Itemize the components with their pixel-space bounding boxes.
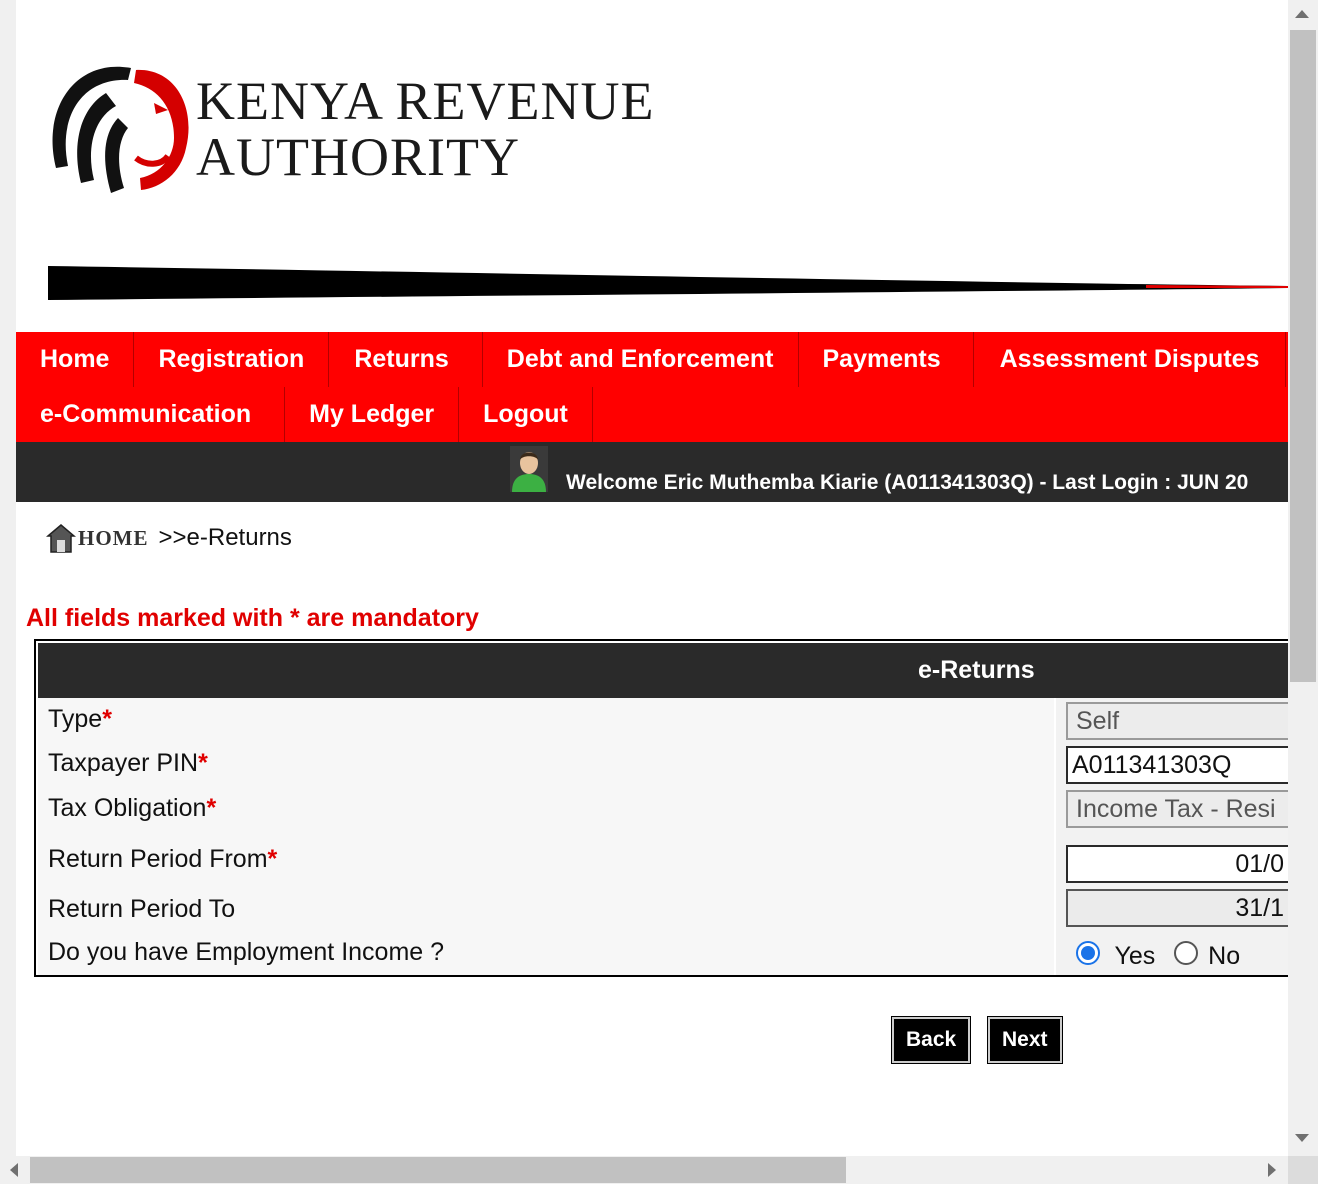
scrollbar-corner <box>1288 1156 1318 1184</box>
nav-home[interactable]: Home <box>16 332 135 387</box>
form-header: e-Returns <box>38 643 1288 698</box>
row-period-to: Return Period To 31/1 <box>38 886 1288 932</box>
cell-type: Self <box>1054 698 1288 742</box>
radio-no-label: No <box>1208 942 1241 970</box>
back-button[interactable]: Back <box>892 1017 971 1063</box>
logo-text-line2: AUTHORITY <box>196 127 520 187</box>
label-period-to: Return Period To <box>48 895 236 923</box>
nav-debt-enforcement[interactable]: Debt and Enforcement <box>483 332 799 387</box>
nav-e-communication[interactable]: e-Communication <box>16 387 286 442</box>
row-tax-obligation: Tax Obligation* Income Tax - Resi <box>38 786 1288 834</box>
cell-taxpayer-pin: A011341303Q <box>1054 742 1288 786</box>
nav-my-ledger[interactable]: My Ledger <box>285 387 460 442</box>
next-button[interactable]: Next <box>988 1017 1062 1063</box>
vertical-scroll-thumb[interactable] <box>1290 30 1316 682</box>
radio-no[interactable] <box>1173 940 1198 965</box>
nav-row-1: Home Registration Returns Debt and Enfor… <box>16 332 1287 387</box>
lion-logo-icon <box>52 66 189 193</box>
period-from-input[interactable]: 01/0 <box>1066 845 1288 883</box>
e-returns-form: e-Returns Type* Self Taxpayer PIN* A0113… <box>34 639 1288 977</box>
scroll-up-arrow-icon[interactable] <box>1295 10 1309 18</box>
period-to-input: 31/1 <box>1066 889 1288 927</box>
nav-returns[interactable]: Returns <box>329 332 483 387</box>
horizontal-scrollbar[interactable] <box>0 1156 1288 1184</box>
required-mark: * <box>206 794 217 822</box>
tax-obligation-select[interactable]: Income Tax - Resi <box>1066 790 1288 828</box>
welcome-text: Welcome Eric Muthemba Kiarie (A011341303… <box>566 471 1249 494</box>
page-viewport: KENYA REVENUE AUTHORITY Home Registratio… <box>16 0 1288 1156</box>
nav-logout[interactable]: Logout <box>459 387 593 442</box>
row-period-from: Return Period From* 01/0 <box>38 832 1288 888</box>
main-nav: Home Registration Returns Debt and Enfor… <box>16 332 1288 442</box>
cell-period-from: 01/0 <box>1054 832 1288 886</box>
breadcrumb: HOME >>e-Returns <box>46 518 292 558</box>
required-mark: * <box>198 749 208 777</box>
nav-registration[interactable]: Registration <box>134 332 330 387</box>
employment-radio-group: Yes No <box>1076 938 1241 970</box>
header-swoosh <box>48 266 1288 300</box>
form-title: e-Returns <box>918 656 1035 684</box>
cell-tax-obligation: Income Tax - Resi <box>1054 786 1288 832</box>
label-taxpayer-pin: Taxpayer PIN* <box>48 749 208 777</box>
home-icon[interactable] <box>46 522 76 554</box>
breadcrumb-current: >>e-Returns <box>158 524 292 551</box>
scroll-down-arrow-icon[interactable] <box>1295 1134 1309 1142</box>
mandatory-note: All fields marked with * are mandatory <box>26 604 479 632</box>
nav-row-2: e-Communication My Ledger Logout <box>16 387 593 442</box>
vertical-scrollbar[interactable] <box>1288 0 1318 1156</box>
welcome-bar: Welcome Eric Muthemba Kiarie (A011341303… <box>16 442 1288 502</box>
radio-yes[interactable] <box>1076 940 1100 965</box>
kra-logo: KENYA REVENUE AUTHORITY <box>36 40 676 210</box>
label-type: Type* <box>48 705 112 733</box>
label-tax-obligation: Tax Obligation* <box>48 794 217 822</box>
logo-text-line1: KENYA REVENUE <box>196 71 655 131</box>
type-select[interactable]: Self <box>1066 702 1288 740</box>
nav-assessment-disputes[interactable]: Assessment Disputes <box>974 332 1287 387</box>
scroll-right-arrow-icon[interactable] <box>1268 1163 1276 1177</box>
breadcrumb-home-link[interactable]: HOME <box>78 526 149 551</box>
row-type: Type* Self <box>38 698 1288 744</box>
taxpayer-pin-input[interactable]: A011341303Q <box>1066 746 1288 784</box>
label-employment-income: Do you have Employment Income ? <box>48 938 445 966</box>
horizontal-scroll-thumb[interactable] <box>30 1157 846 1183</box>
radio-yes-label: Yes <box>1114 942 1156 970</box>
cell-period-to: 31/1 <box>1054 886 1288 930</box>
nav-payments[interactable]: Payments <box>799 332 974 387</box>
required-mark: * <box>102 705 112 733</box>
required-mark: * <box>267 845 278 873</box>
row-taxpayer-pin: Taxpayer PIN* A011341303Q <box>38 742 1288 788</box>
row-employment-income: Do you have Employment Income ? Yes No <box>38 930 1288 975</box>
user-avatar-icon <box>510 446 548 492</box>
page-content: KENYA REVENUE AUTHORITY Home Registratio… <box>16 0 1288 1156</box>
label-period-from: Return Period From* <box>48 845 278 873</box>
scroll-left-arrow-icon[interactable] <box>10 1163 18 1177</box>
cell-employment-income: Yes No <box>1054 930 1288 975</box>
